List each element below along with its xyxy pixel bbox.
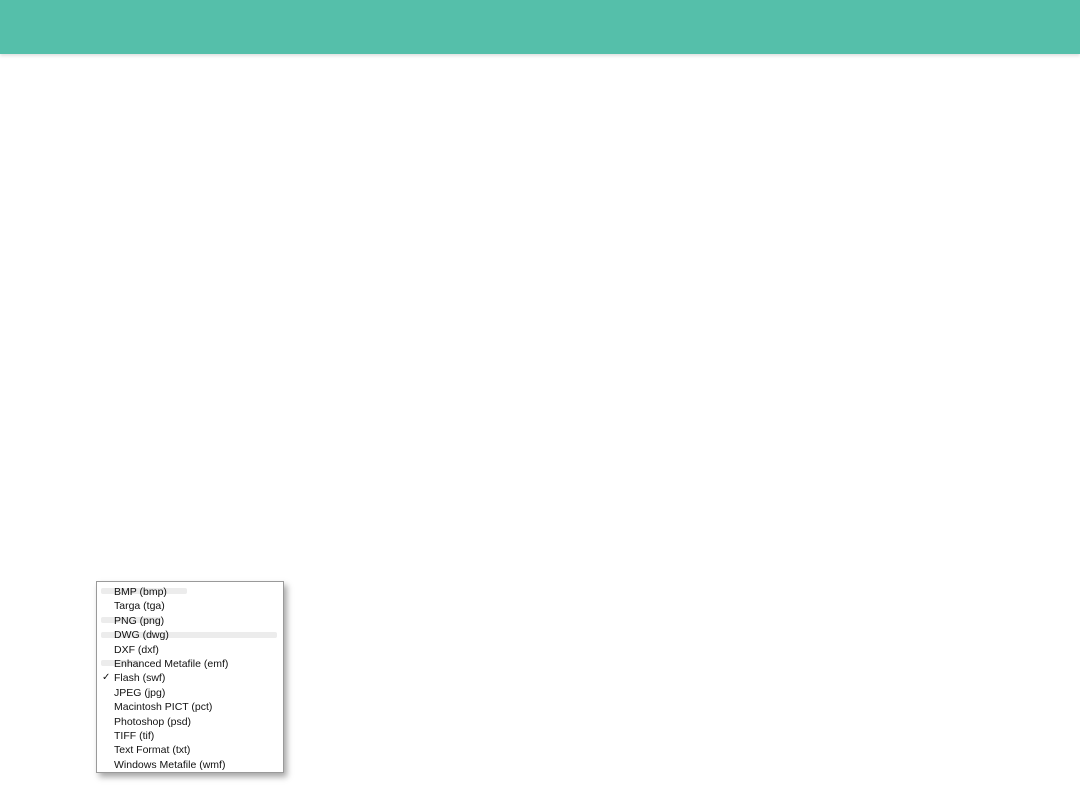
menu-item-wmf[interactable]: Windows Metafile (wmf) [97, 758, 283, 772]
menu-item-png[interactable]: PNG (png) [97, 614, 283, 628]
menu-item-swf[interactable]: ✓ Flash (swf) [97, 671, 283, 685]
menu-item-label: DWG (dwg) [114, 629, 169, 642]
menu-item-label: TIFF (tif) [114, 729, 155, 742]
menu-item-label: DXF (dxf) [114, 643, 159, 656]
menu-item-targa[interactable]: Targa (tga) [97, 599, 283, 613]
checkmark-icon: ✓ [102, 672, 111, 684]
menu-item-emf[interactable]: Enhanced Metafile (emf) [97, 657, 283, 671]
menu-item-dwg[interactable]: DWG (dwg) [97, 628, 283, 642]
header-bar [0, 0, 1080, 54]
menu-item-dxf[interactable]: DXF (dxf) [97, 643, 283, 657]
slide: BMP (bmp) Targa (tga) PNG (png) DWG (dwg… [0, 0, 1080, 788]
menu-item-label: Windows Metafile (wmf) [114, 758, 226, 771]
menu-item-pct[interactable]: Macintosh PICT (pct) [97, 700, 283, 714]
menu-item-label: Targa (tga) [114, 600, 165, 613]
menu-item-label: Macintosh PICT (pct) [114, 701, 213, 714]
menu-item-label: Enhanced Metafile (emf) [114, 657, 229, 670]
menu-item-label: JPEG (jpg) [114, 686, 166, 699]
menu-item-label: Photoshop (psd) [114, 715, 192, 728]
menu-item-label: BMP (bmp) [114, 586, 167, 598]
menu-item-tif[interactable]: TIFF (tif) [97, 729, 283, 743]
menu-item-psd[interactable]: Photoshop (psd) [97, 715, 283, 729]
menu-item-label: PNG (png) [114, 614, 165, 627]
menu-item-bmp[interactable]: BMP (bmp) [97, 585, 283, 599]
menu-item-label: Flash (swf) [114, 672, 166, 685]
menu-item-txt[interactable]: Text Format (txt) [97, 743, 283, 757]
menu-item-label: Text Format (txt) [114, 744, 191, 757]
menu-item-jpg[interactable]: JPEG (jpg) [97, 686, 283, 700]
file-format-menu[interactable]: BMP (bmp) Targa (tga) PNG (png) DWG (dwg… [96, 581, 284, 773]
